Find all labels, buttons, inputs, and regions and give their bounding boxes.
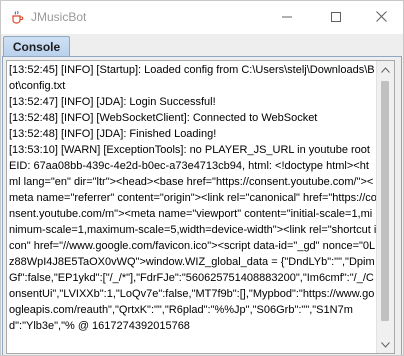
- maximize-icon: [331, 9, 341, 25]
- console-text[interactable]: [13:52:45] [INFO] [Startup]: Loaded conf…: [9, 62, 377, 334]
- window-title: JMusicBot: [31, 10, 87, 24]
- close-icon: [375, 9, 387, 25]
- scroll-thumb[interactable]: [381, 81, 389, 321]
- tab-strip: Console: [1, 34, 403, 57]
- scroll-down-button[interactable]: [377, 336, 394, 353]
- chevron-up-icon: [381, 65, 390, 75]
- app-window: JMusicBot Console [13:52:45] [INFO] [Sta…: [0, 0, 404, 356]
- title-bar[interactable]: JMusicBot: [1, 1, 403, 34]
- vertical-scrollbar[interactable]: [376, 61, 394, 353]
- tab-console[interactable]: Console: [3, 36, 70, 57]
- tab-console-label: Console: [12, 40, 61, 54]
- scroll-up-button[interactable]: [377, 61, 394, 78]
- maximize-button[interactable]: [313, 1, 359, 32]
- minimize-icon: [282, 9, 292, 25]
- close-button[interactable]: [358, 1, 403, 32]
- minimize-button[interactable]: [264, 1, 310, 32]
- java-cup-icon: [10, 10, 24, 24]
- chevron-down-icon: [381, 340, 390, 350]
- console-output[interactable]: [13:52:45] [INFO] [Startup]: Loaded conf…: [6, 60, 395, 354]
- console-panel: [13:52:45] [INFO] [Startup]: Loaded conf…: [2, 56, 402, 355]
